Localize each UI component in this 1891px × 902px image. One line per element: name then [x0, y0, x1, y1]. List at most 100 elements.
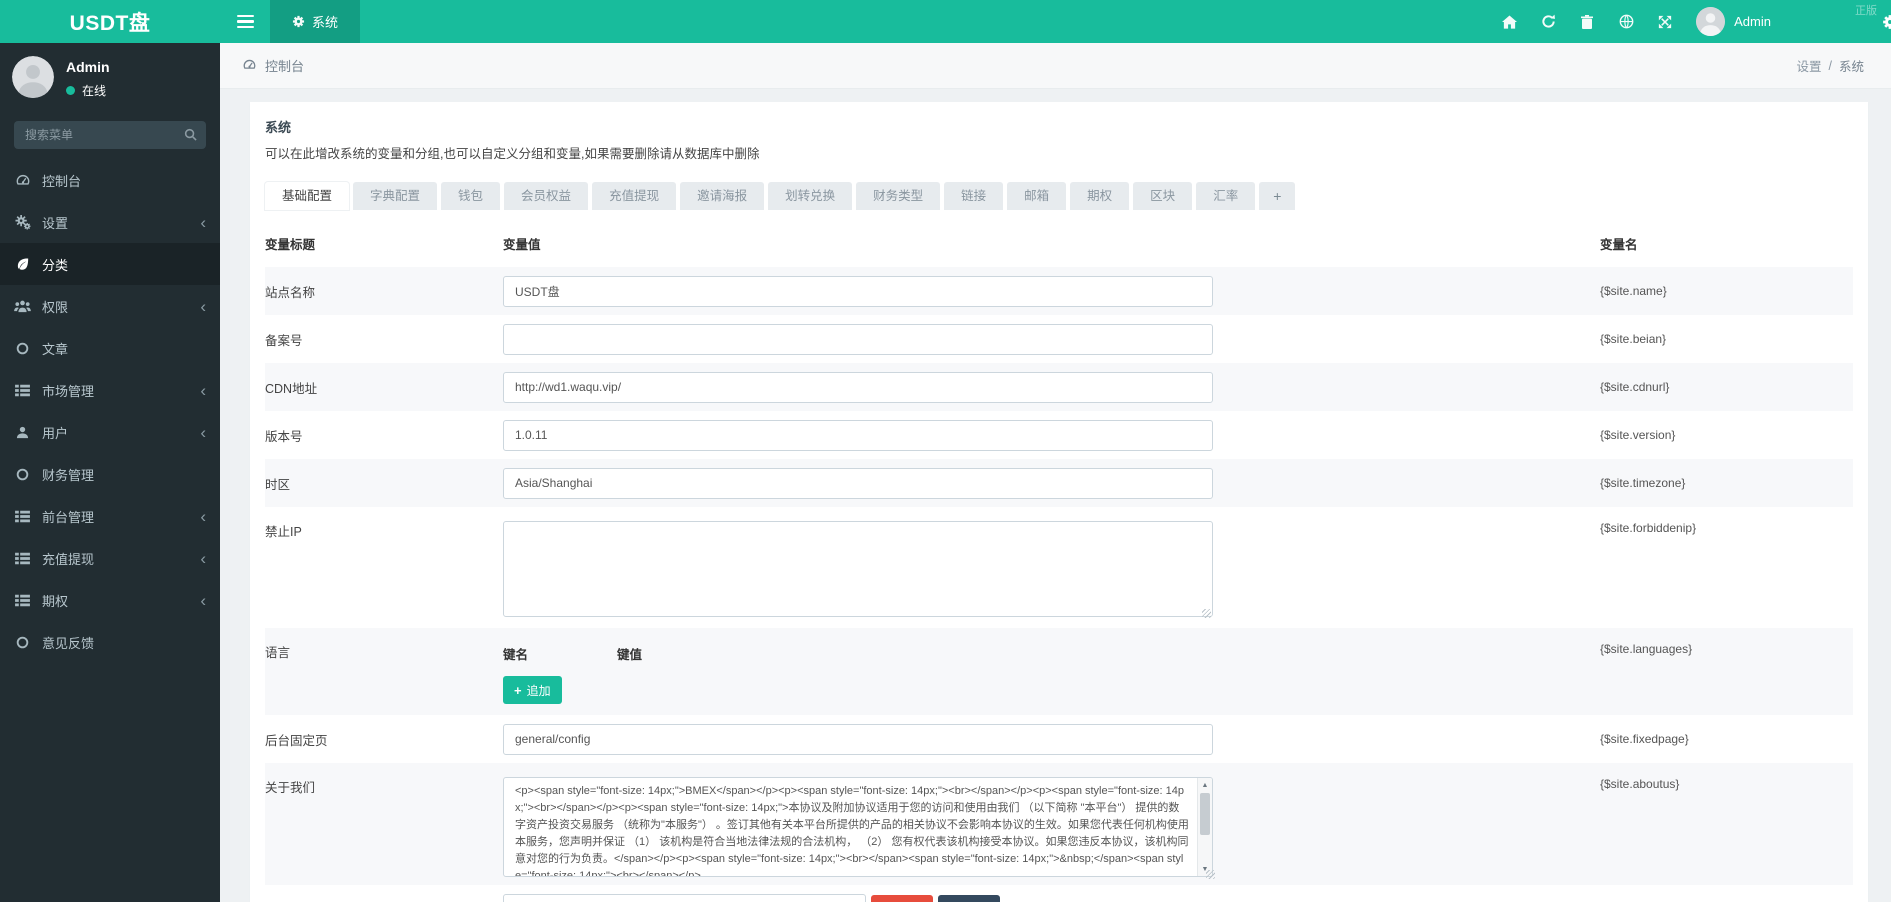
sidebar-menu: 控制台 设置 ‹ 分类 权限 ‹ 文章 市场管理 — [0, 159, 220, 663]
table-row: CDN地址 {$site.cdnurl} — [265, 363, 1853, 411]
table-row: 关于我们 <p><span style="font-size: 14px;">B… — [265, 763, 1853, 885]
tab-transfer-exchange[interactable]: 划转兑换 — [768, 182, 852, 210]
tab-links[interactable]: 链接 — [944, 182, 1003, 210]
resize-handle[interactable] — [1206, 870, 1215, 879]
topbar-actions: Admin — [1501, 0, 1891, 43]
list-icon — [14, 594, 31, 607]
language-icon[interactable] — [1618, 14, 1634, 30]
refresh-icon[interactable] — [1540, 14, 1556, 30]
add-tab-button[interactable]: + — [1259, 182, 1295, 210]
breadcrumb-bar: 控制台 设置 / 系统 — [220, 43, 1891, 89]
var-name: {$site.forbiddenip} — [1600, 521, 1853, 535]
chevron-left-icon: ‹ — [200, 382, 206, 399]
sidebar-item-label: 控制台 — [42, 171, 81, 190]
var-name: {$site.cdnurl} — [1600, 380, 1853, 394]
sidebar-item-market[interactable]: 市场管理 ‹ — [0, 369, 220, 411]
field-label: 版本号 — [265, 426, 503, 445]
sidebar-item-permissions[interactable]: 权限 ‹ — [0, 285, 220, 327]
about-us-textarea[interactable]: <p><span style="font-size: 14px;">BMEX</… — [503, 777, 1213, 877]
tab-member-benefits[interactable]: 会员权益 — [504, 182, 588, 210]
tab-exchange-rate[interactable]: 汇率 — [1196, 182, 1255, 210]
field-label: 关于我们 — [265, 777, 503, 796]
field-label: CDN地址 — [265, 378, 503, 397]
var-name: {$site.timezone} — [1600, 476, 1853, 490]
table-row: 站点名称 {$site.name} — [265, 267, 1853, 315]
status-label: 在线 — [82, 82, 106, 99]
sidebar-item-dashboard[interactable]: 控制台 — [0, 159, 220, 201]
field-label: 后台固定页 — [265, 730, 503, 749]
tab-basic-config[interactable]: 基础配置 — [265, 182, 349, 210]
sidebar-user-panel: Admin 在线 — [0, 43, 220, 109]
gear-icon — [292, 14, 305, 30]
watermark-label: 正版 — [1855, 2, 1877, 18]
beian-input[interactable] — [503, 324, 1213, 355]
home-icon[interactable] — [1501, 14, 1517, 30]
logo-path-input[interactable] — [503, 894, 866, 902]
tab-block[interactable]: 区块 — [1133, 182, 1192, 210]
sidebar-item-category[interactable]: 分类 — [0, 243, 220, 285]
dashboard-icon — [14, 173, 31, 187]
tab-options[interactable]: 期权 — [1070, 182, 1129, 210]
sidebar-item-frontend[interactable]: 前台管理 ‹ — [0, 495, 220, 537]
breadcrumb-link-settings[interactable]: 设置 — [1796, 56, 1821, 75]
trash-icon[interactable] — [1579, 14, 1595, 30]
dashboard-icon — [242, 58, 257, 74]
leaf-icon — [14, 257, 31, 271]
topnav-item-system[interactable]: 系统 — [270, 0, 360, 43]
settings-gear-icon[interactable] — [1882, 14, 1891, 30]
var-name: {$site.version} — [1600, 428, 1853, 442]
breadcrumb: 控制台 — [242, 56, 304, 75]
sidebar: Admin 在线 控制台 设置 ‹ — [0, 43, 220, 902]
table-row: 后台固定页 {$site.fixedpage} — [265, 715, 1853, 763]
site-name-input[interactable] — [503, 276, 1213, 307]
fullscreen-icon[interactable] — [1657, 14, 1673, 30]
resize-handle[interactable] — [1202, 609, 1211, 618]
tab-wallet[interactable]: 钱包 — [441, 182, 500, 210]
breadcrumb-current: 控制台 — [265, 56, 304, 75]
tab-recharge-withdraw[interactable]: 充值提现 — [592, 182, 676, 210]
admin-menu[interactable]: Admin — [1696, 7, 1771, 36]
menu-search-input[interactable] — [14, 121, 206, 149]
sidebar-toggle-button[interactable] — [220, 0, 270, 43]
sidebar-item-recharge-withdraw[interactable]: 充值提现 ‹ — [0, 537, 220, 579]
list-icon — [14, 384, 31, 397]
sidebar-item-label: 充值提现 — [42, 549, 94, 568]
table-row: 时区 {$site.timezone} — [265, 459, 1853, 507]
avatar — [1696, 7, 1725, 36]
field-label: 禁止IP — [265, 521, 503, 540]
sidebar-item-feedback[interactable]: 意见反馈 — [0, 621, 220, 663]
search-icon[interactable] — [184, 128, 197, 144]
plus-icon: + — [514, 683, 522, 698]
sidebar-item-settings[interactable]: 设置 ‹ — [0, 201, 220, 243]
cdn-url-input[interactable] — [503, 372, 1213, 403]
choose-button[interactable]: 选择 — [938, 895, 1000, 902]
scrollbar-thumb[interactable] — [1200, 793, 1210, 835]
tab-email[interactable]: 邮箱 — [1007, 182, 1066, 210]
chevron-left-icon: ‹ — [200, 550, 206, 567]
append-button[interactable]: + 追加 — [503, 676, 562, 704]
hamburger-icon — [237, 12, 254, 32]
sidebar-item-options[interactable]: 期权 ‹ — [0, 579, 220, 621]
upload-button[interactable]: 上传 — [871, 895, 933, 902]
user-icon — [14, 426, 31, 439]
scroll-up-icon[interactable]: ▲ — [1198, 778, 1212, 792]
users-icon — [14, 300, 31, 313]
avatar — [12, 56, 54, 98]
chevron-left-icon: ‹ — [200, 592, 206, 609]
header-var-value: 变量值 — [503, 234, 1600, 253]
tab-invite-poster[interactable]: 邀请海报 — [680, 182, 764, 210]
sidebar-item-label: 前台管理 — [42, 507, 94, 526]
sidebar-item-finance[interactable]: 财务管理 — [0, 453, 220, 495]
tab-dictionary-config[interactable]: 字典配置 — [353, 182, 437, 210]
tab-finance-type[interactable]: 财务类型 — [856, 182, 940, 210]
forbidden-ip-textarea[interactable] — [503, 521, 1213, 617]
breadcrumb-current-system: 系统 — [1839, 56, 1864, 75]
scrollbar[interactable]: ▲ ▼ — [1197, 778, 1212, 876]
var-name: {$site.languages} — [1600, 642, 1853, 656]
version-input[interactable] — [503, 420, 1213, 451]
sidebar-item-articles[interactable]: 文章 — [0, 327, 220, 369]
sidebar-item-users[interactable]: 用户 ‹ — [0, 411, 220, 453]
admin-page: USDT盘 系统 — [0, 0, 1891, 902]
timezone-input[interactable] — [503, 468, 1213, 499]
fixed-page-input[interactable] — [503, 724, 1213, 755]
